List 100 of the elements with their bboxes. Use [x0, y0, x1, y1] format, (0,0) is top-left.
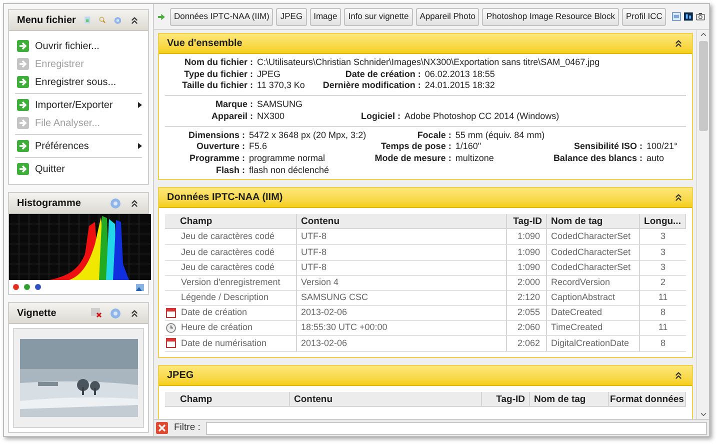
collapse-icon[interactable]	[128, 14, 140, 26]
field-label: Appareil :	[210, 110, 254, 123]
section-title: JPEG	[167, 368, 195, 383]
table-cell: Légende / Description	[165, 290, 297, 306]
table-cell: Jeu de caractères codé	[165, 260, 297, 276]
column-header[interactable]: Tag-ID	[482, 392, 530, 407]
menu-item[interactable]: Quitter	[15, 160, 142, 178]
column-header[interactable]: Contenu	[290, 392, 482, 407]
field-label: Date de création :	[344, 68, 422, 80]
field-value: 24.01.2015 18:32	[424, 80, 496, 92]
table-cell: 2:120	[507, 290, 547, 306]
table-cell: 2:000	[507, 274, 547, 291]
table-cell: 2013-02-06	[297, 336, 507, 352]
table-cell: 3	[640, 260, 686, 276]
field-value: 100/21°	[646, 141, 679, 153]
image-icon[interactable]	[136, 284, 144, 290]
menu-item[interactable]: Préférences	[15, 137, 142, 155]
collapse-icon[interactable]	[129, 308, 140, 318]
search-icon[interactable]	[98, 15, 106, 25]
scroll-bar[interactable]	[696, 30, 709, 419]
field-label: Dernière modification :	[322, 80, 422, 92]
collapse-icon[interactable]	[673, 38, 684, 49]
field-label: Programme :	[188, 152, 246, 165]
table-cell: 11	[640, 290, 686, 306]
field-label: Type du fichier :	[183, 68, 254, 80]
section-title: Données IPTC-NAA (IIM)	[167, 191, 284, 206]
section-tab[interactable]: Données IPTC-NAA (IIM)	[170, 8, 274, 26]
field-label: Nom du fichier :	[183, 57, 254, 69]
arrow-icon	[17, 163, 29, 175]
section-tab[interactable]: Image	[310, 8, 342, 26]
arrow-icon	[17, 76, 29, 88]
table-cell: Version d'enregistrement	[165, 274, 297, 291]
panel-title: Vignette	[17, 306, 58, 320]
field-value: JPEG	[257, 68, 282, 80]
column-header[interactable]: Champ	[165, 392, 290, 407]
table-cell: Jeu de caractères codé	[165, 229, 297, 246]
table-cell: Version 4	[297, 274, 507, 291]
filter-field[interactable]	[206, 422, 707, 434]
column-header[interactable]: Contenu	[297, 214, 507, 230]
field-label: Mode de mesure :	[374, 152, 452, 165]
calendar-icon	[166, 338, 176, 348]
field-label: Balance des blancs :	[553, 152, 644, 165]
section-tab[interactable]: Appareil Photo	[416, 8, 480, 26]
table-cell: CodedCharacterSet	[547, 260, 640, 276]
remove-thumbnail-icon[interactable]	[91, 308, 102, 318]
menu-item[interactable]: Enregistrer sous...	[15, 73, 142, 91]
calendar-icon	[166, 308, 176, 318]
field-label: Sensibilité ISO :	[572, 141, 644, 153]
column-header[interactable]: Nom de tag	[530, 392, 609, 407]
field-label: Focale :	[416, 130, 452, 142]
section-tab[interactable]: Info sur vignette	[344, 8, 413, 26]
collapse-icon[interactable]	[673, 370, 684, 381]
table-cell: 2:062	[507, 336, 547, 352]
field-label: Dimensions :	[187, 130, 246, 142]
clear-filter-icon[interactable]	[156, 422, 168, 434]
camera-icon[interactable]	[696, 10, 705, 23]
collapse-icon[interactable]	[673, 192, 684, 204]
field-label: Ouverture :	[195, 141, 246, 153]
menu-item[interactable]: Ouvrir fichier...	[15, 37, 142, 55]
arrow-icon[interactable]	[158, 12, 165, 22]
section-tab[interactable]: JPEG	[276, 8, 307, 26]
field-label: Logiciel :	[360, 110, 402, 123]
section-title: Vue d'ensemble	[167, 37, 244, 51]
submenu-arrow-icon	[138, 143, 142, 149]
table-cell: RecordVersion	[547, 274, 640, 291]
table-cell: 1:090	[507, 244, 547, 261]
field-label: Flash :	[214, 164, 246, 176]
table-cell: Jeu de caractères codé	[165, 244, 297, 261]
field-value: programme normal	[249, 152, 326, 165]
table-cell: 8	[640, 305, 686, 322]
arrow-icon	[17, 40, 29, 52]
field-value: 55 mm (équiv. 84 mm)	[455, 130, 546, 142]
submenu-arrow-icon	[138, 102, 142, 108]
table-cell: UTF-8	[297, 229, 507, 246]
field-value: flash non déclenché	[249, 164, 330, 176]
field-value: 11 370,3 Ko	[257, 80, 306, 92]
column-header[interactable]: Champ	[165, 214, 297, 230]
section-tab[interactable]: Photoshop Image Resource Block	[482, 8, 619, 26]
table-cell: UTF-8	[297, 244, 507, 261]
window-icon[interactable]	[672, 10, 682, 23]
table-cell: DateCreated	[547, 305, 640, 322]
field-label: Temps de pose :	[380, 141, 452, 153]
column-header[interactable]: Nom de tag	[547, 214, 640, 230]
table-cell: DigitalCreationDate	[547, 336, 640, 352]
column-header[interactable]: Tag-ID	[507, 214, 547, 230]
table-cell: 18:55:30 UTC +00:00	[297, 320, 507, 336]
field-value: auto	[646, 152, 666, 165]
collapse-icon[interactable]	[129, 198, 140, 208]
field-label: Taille du fichier :	[181, 80, 254, 92]
column-header[interactable]: Longu...	[640, 214, 686, 230]
section-tab[interactable]: Profil ICC	[622, 8, 666, 26]
table-cell: SAMSUNG CSC	[297, 290, 507, 306]
table-cell: CodedCharacterSet	[547, 244, 640, 261]
clock-icon	[166, 322, 176, 333]
menu-item[interactable]: Importer/Exporter	[15, 96, 142, 114]
field-value: F5.6	[249, 141, 268, 153]
field-value: C:\Utilisateurs\Christian Schnider\Images\NX300\Exportation sans titre\SAM_0467.jpg	[257, 57, 601, 69]
column-header[interactable]: Format données	[609, 392, 686, 407]
table-cell: 1:090	[507, 260, 547, 276]
panel-title: Histogramme	[17, 196, 82, 210]
